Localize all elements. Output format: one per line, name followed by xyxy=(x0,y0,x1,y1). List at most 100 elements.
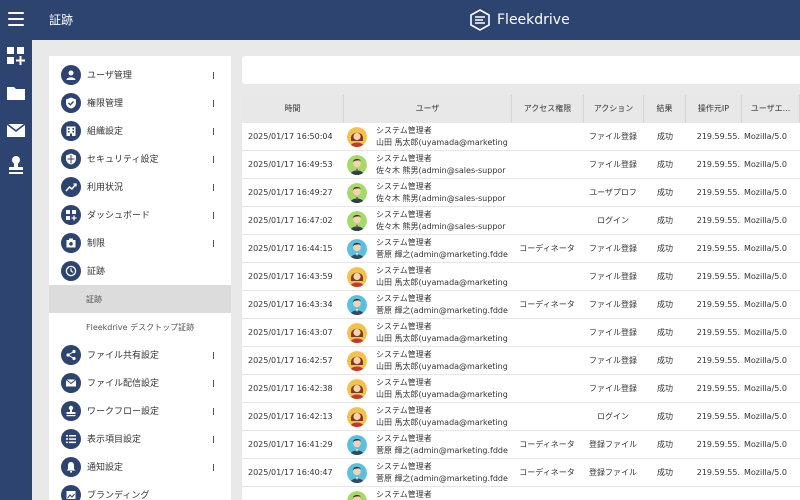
column-header-ip[interactable]: 操作元IP xyxy=(686,95,742,123)
cell-result: 成功 xyxy=(657,328,673,337)
brand-logo[interactable]: Fleekdrive xyxy=(470,8,570,32)
user-name: 菅原 輝之(admin@marketing.fdde xyxy=(376,306,508,315)
table-row[interactable]: システム管理者 xyxy=(242,487,800,500)
menu-item-workflow-settings[interactable]: ワークフロー設定 xyxy=(49,397,231,425)
cell-access: コーディネータ xyxy=(519,468,575,477)
menu-item-file-sharing-settings[interactable]: ファイル共有設定 xyxy=(49,341,231,369)
user-role: システム管理者 xyxy=(376,434,432,443)
filter-bar[interactable] xyxy=(242,56,800,84)
table-row[interactable]: 2025/01/17 16:49:27 システム管理者 佐々木 熊男(admin@s… xyxy=(242,179,800,207)
cell-action: ファイル登録 xyxy=(589,244,637,253)
cell-time: 2025/01/17 16:43:07 xyxy=(248,328,333,337)
user-name: 菅原 輝之(admin@marketing.fdde xyxy=(376,446,508,455)
avatar xyxy=(347,127,367,147)
cell-ip: 219.59.55. xyxy=(696,132,740,141)
column-header-access[interactable]: アクセス権限 xyxy=(512,95,584,123)
user-name: 佐々木 熊男(admin@sales-suppor xyxy=(376,166,506,175)
top-bar: 証跡 Fleekdrive xyxy=(0,0,800,40)
table-row[interactable]: 2025/01/17 16:42:13 システム管理者 山田 馬太郎(uyamada… xyxy=(242,403,800,431)
menu-item-file-delivery-settings[interactable]: ファイル配信設定 xyxy=(49,369,231,397)
cell-access xyxy=(512,375,582,403)
menu-item-restrictions[interactable]: 制限 xyxy=(49,229,231,257)
menu-item-display-item-settings[interactable]: 表示項目設定 xyxy=(49,425,231,453)
cell-user: システム管理者菅原 輝之(admin@marketing.fdde xyxy=(347,431,510,459)
cell-user: システム管理者 佐々木 熊男(admin@sales-suppor xyxy=(347,151,510,179)
menu-item-audit-trail[interactable]: 証跡 xyxy=(49,257,231,285)
cell-action: 登録ファイル xyxy=(589,468,637,477)
menu-item-label: 証跡 xyxy=(87,267,106,277)
cell-user-agent: Mozilla/5.0 xyxy=(744,468,787,477)
table-row[interactable]: 2025/01/17 16:44:15 システム管理者 菅原 輝之(admin@ma… xyxy=(242,235,800,263)
table-row[interactable]: 2025/01/17 16:49:53 システム管理者 佐々木 熊男(admin@s… xyxy=(242,151,800,179)
brand-name: Fleekdrive xyxy=(497,12,570,28)
mail-icon[interactable] xyxy=(6,120,26,140)
cell-result: 成功 xyxy=(657,440,673,449)
cell-user: システム管理者 山田 馬太郎(uyamada@marketing xyxy=(347,263,510,291)
table-row[interactable]: 2025/01/17 16:43:59 システム管理者 山田 馬太郎(uyamada… xyxy=(242,263,800,291)
column-header-action[interactable]: アクション xyxy=(584,95,644,123)
menu-item-permission-management[interactable]: 権限管理 xyxy=(49,89,231,117)
cell-action: ファイル登録 xyxy=(589,272,637,281)
cell-user: システム管理者 山田 馬太郎(uyamada@marketing xyxy=(347,347,510,375)
dashboard-add-icon[interactable] xyxy=(6,46,26,66)
menu-item-user-management[interactable]: ユーザ管理 xyxy=(49,61,231,89)
column-header-user[interactable]: ユーザ xyxy=(344,95,512,123)
table-row[interactable]: 2025/01/17 16:43:34 システム管理者 菅原 輝之(admin@ma… xyxy=(242,291,800,319)
avatar xyxy=(347,435,367,455)
cell-action: ログイン xyxy=(597,412,629,421)
menu-item-label: セキュリティ設定 xyxy=(87,155,159,165)
user-name: 山田 馬太郎(uyamada@marketing xyxy=(376,390,508,399)
table-row[interactable]: 2025/01/17 16:42:57 システム管理者 山田 馬太郎(uyamada… xyxy=(242,347,800,375)
chevron-icon xyxy=(213,436,214,443)
user-text: システム管理者 山田 馬太郎(uyamada@marketing xyxy=(376,125,508,149)
sub-item-desktop-audit-trail[interactable]: Fleekdrive デスクトップ証跡 xyxy=(49,313,231,341)
menu-item-usage-status[interactable]: 利用状況 xyxy=(49,173,231,201)
cell-user: システム管理者 山田 馬太郎(uyamada@marketing xyxy=(347,403,510,431)
stamp-icon[interactable] xyxy=(6,155,26,175)
user-role: システム管理者 xyxy=(376,266,432,275)
cell-action: ログイン xyxy=(597,216,629,225)
menu-item-security-settings[interactable]: セキュリティ設定 xyxy=(49,145,231,173)
table-row[interactable]: 2025/01/17 16:43:07 システム管理者 山田 馬太郎(uyamada… xyxy=(242,319,800,347)
cell-time: 2025/01/17 16:47:02 xyxy=(248,216,333,225)
avatar xyxy=(347,155,367,175)
trending-icon xyxy=(61,177,81,197)
menu-item-dashboard[interactable]: ダッシュボード xyxy=(49,201,231,229)
user-name: 佐々木 熊男(admin@sales-suppor xyxy=(376,194,506,203)
cell-user-agent: Mozilla/5.0 xyxy=(744,272,787,281)
cell-user-agent: Mozilla/5.0 xyxy=(744,160,787,169)
column-header-user-agent[interactable]: ユーザエ... xyxy=(742,95,800,123)
cell-access: コーディネータ xyxy=(519,440,575,449)
cell-result xyxy=(646,487,684,500)
cell-ip: 219.59.55. xyxy=(696,272,740,281)
cell-access: コーディネータ xyxy=(519,300,575,309)
stamp-icon xyxy=(61,401,81,421)
folder-icon[interactable] xyxy=(6,83,26,103)
user-text: システム管理者 山田 馬太郎(uyamada@marketing xyxy=(376,377,508,401)
cell-user: システム管理者 菅原 輝之(admin@marketing.fdde xyxy=(347,459,510,487)
cell-ip: 219.59.55. xyxy=(696,440,740,449)
avatar xyxy=(347,183,367,203)
table-row[interactable]: 2025/01/17 16:40:47 システム管理者 菅原 輝之(admin@ma… xyxy=(242,459,800,487)
cell-user-agent: Mozilla/5.0 xyxy=(744,328,787,337)
cell-action: ファイル登録 xyxy=(589,132,637,141)
page-title: 証跡 xyxy=(49,13,74,27)
cell-result: 成功 xyxy=(657,160,673,169)
hamburger-menu-icon[interactable] xyxy=(8,12,24,26)
cell-time: 2025/01/17 16:43:59 xyxy=(248,272,333,281)
column-header-result[interactable]: 結果 xyxy=(644,95,686,123)
cell-access xyxy=(512,123,582,151)
table-row[interactable]: 2025/01/17 16:42:38 システム管理者 山田 馬太郎(uyamada… xyxy=(242,375,800,403)
menu-item-organization-settings[interactable]: 組織設定 xyxy=(49,117,231,145)
column-header-time[interactable]: 時間 xyxy=(242,95,344,123)
user-text: システム管理者 菅原 輝之(admin@marketing.fdde xyxy=(376,293,508,317)
table-row[interactable]: 2025/01/17 16:47:02 システム管理者 佐々木 熊男(admin@s… xyxy=(242,207,800,235)
table-row[interactable]: 2025/01/17 16:50:04 システム管理者 山田 馬太郎(uyamada… xyxy=(242,123,800,151)
menu-item-branding[interactable]: ブランディング xyxy=(49,481,231,500)
sub-item-audit-trail[interactable]: 証跡 xyxy=(49,285,231,313)
menu-item-notification-settings[interactable]: 通知設定 xyxy=(49,453,231,481)
cell-access xyxy=(512,487,582,500)
cell-action: ファイル登録 xyxy=(589,160,637,169)
table-row[interactable]: 2025/01/17 16:41:29 システム管理者 菅原 輝之(admin@ma… xyxy=(242,431,800,459)
user-name: 山田 馬太郎(uyamada@marketing xyxy=(376,138,508,147)
